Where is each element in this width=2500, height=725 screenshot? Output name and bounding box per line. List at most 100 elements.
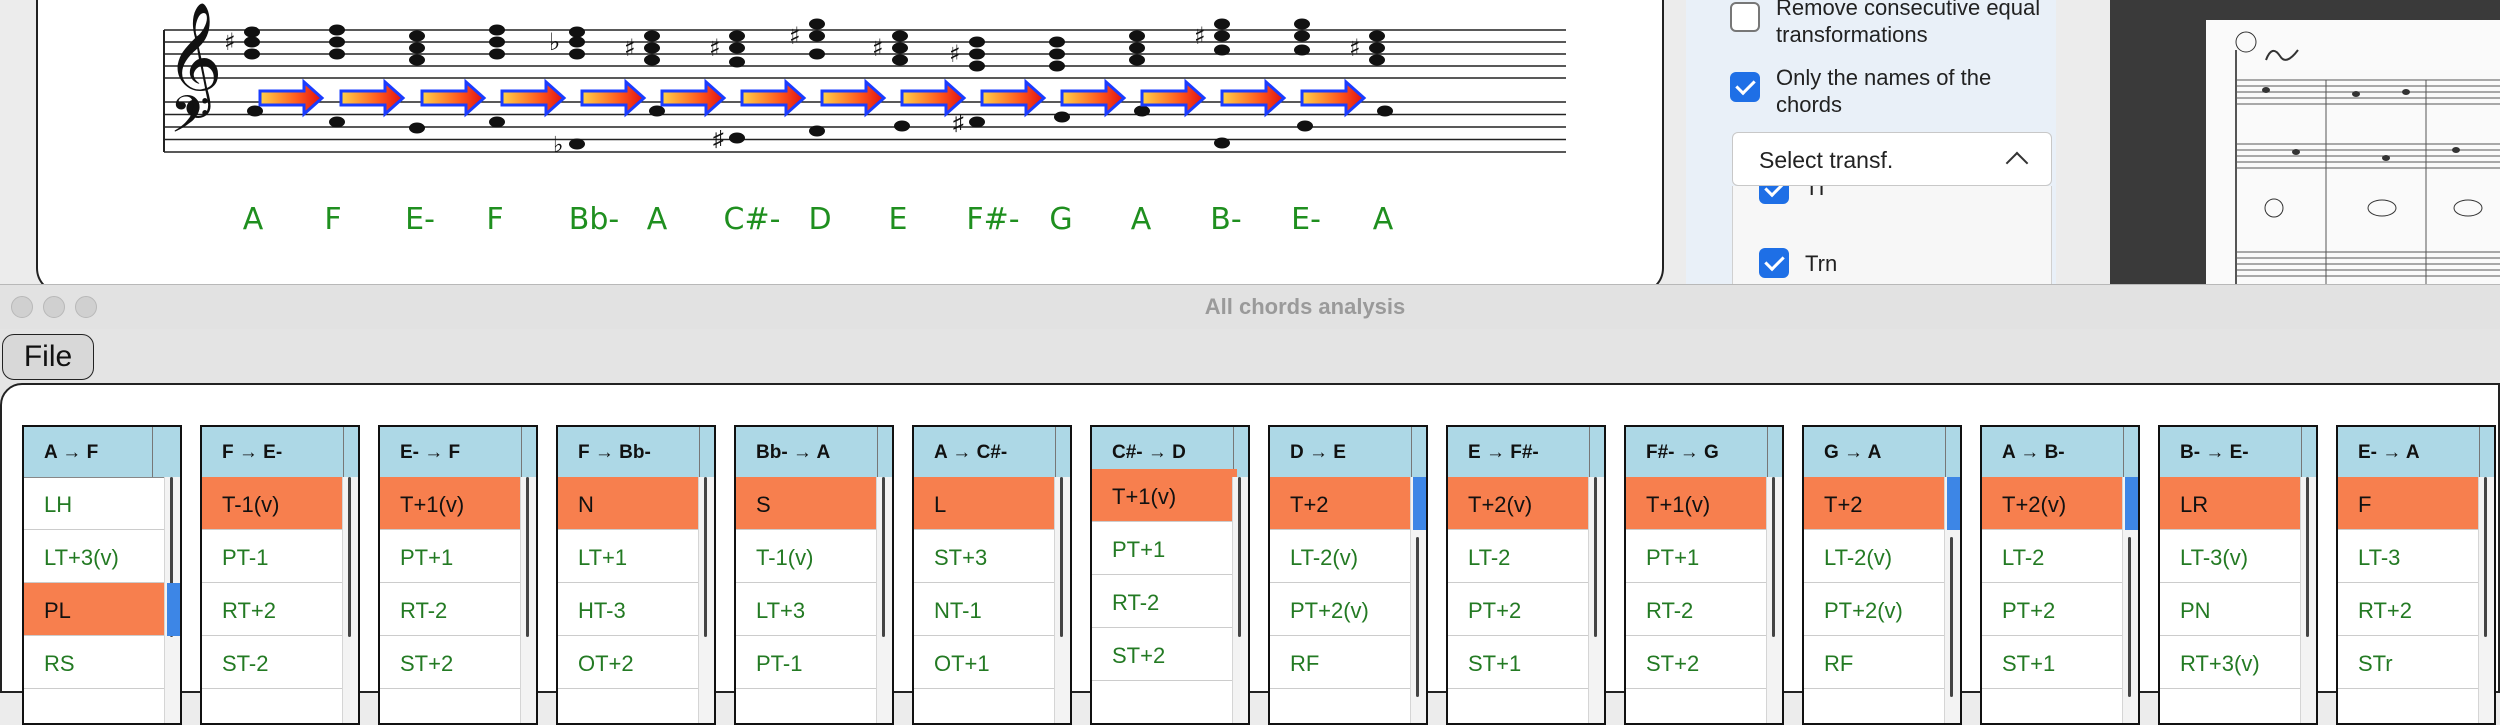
only-names-checkbox[interactable] [1730, 72, 1760, 102]
scrollbar-thumb[interactable] [704, 477, 707, 637]
column-scrollbar[interactable] [1588, 477, 1604, 723]
transformation-item[interactable]: ST+3 [914, 530, 1059, 583]
transformation-item[interactable]: LT-2 [1448, 530, 1593, 583]
transformation-item[interactable]: PT+2 [1448, 583, 1593, 636]
transformation-item[interactable]: LT+3 [736, 583, 881, 636]
transformation-item[interactable]: NT-1 [914, 583, 1059, 636]
file-menu[interactable]: File [2, 334, 94, 380]
column-header[interactable]: G → A [1804, 427, 1960, 478]
column-scrollbar[interactable] [698, 477, 714, 723]
transformation-item-selected[interactable]: T+1(v) [1092, 469, 1237, 522]
transformation-item-selected[interactable]: T+2(v) [1448, 477, 1593, 530]
transformation-item[interactable]: PT+2 [1982, 583, 2127, 636]
transformation-item[interactable]: PT+1 [380, 530, 525, 583]
scrollbar-thumb[interactable] [1238, 477, 1241, 637]
scrollbar-thumb[interactable] [882, 477, 885, 637]
column-header[interactable]: A → F [24, 427, 180, 478]
scrollbar-thumb[interactable] [2128, 537, 2131, 697]
transformation-item-selected[interactable]: T+1(v) [380, 477, 525, 530]
scrollbar-thumb[interactable] [526, 477, 529, 637]
transformation-item[interactable]: PT-1 [736, 636, 881, 689]
transformation-item-selected[interactable]: T+2 [1804, 477, 1949, 530]
transformation-item-selected[interactable]: L [914, 477, 1059, 530]
column-header[interactable]: E → F#- [1448, 427, 1604, 478]
transformation-item[interactable]: RS [24, 636, 169, 689]
column-header[interactable]: B- → E- [2160, 427, 2316, 478]
transformation-item[interactable]: PN [2160, 583, 2305, 636]
transformation-item[interactable]: LH [24, 477, 169, 530]
column-scrollbar[interactable] [1410, 477, 1426, 723]
transformation-item[interactable]: RT-2 [1626, 583, 1771, 636]
column-scrollbar[interactable] [2478, 477, 2494, 723]
transformation-item[interactable]: ST-2 [202, 636, 347, 689]
select-transf-dropdown[interactable]: Select transf. [1732, 132, 2052, 186]
transformation-item-selected[interactable]: S [736, 477, 881, 530]
transformation-item[interactable]: STr [2338, 636, 2483, 689]
scrollbar-thumb[interactable] [1060, 477, 1063, 637]
column-scrollbar[interactable] [1766, 477, 1782, 723]
column-header[interactable]: D → E [1270, 427, 1426, 478]
transformation-item[interactable]: T-1(v) [736, 530, 881, 583]
transformation-item-selected[interactable]: T-1(v) [202, 477, 347, 530]
scrollbar-thumb[interactable] [1950, 537, 1953, 697]
column-header[interactable]: A → B- [1982, 427, 2138, 478]
column-scrollbar[interactable] [164, 477, 180, 723]
scrollbar-thumb[interactable] [2306, 477, 2309, 637]
transformation-item[interactable]: LT-3(v) [2160, 530, 2305, 583]
column-scrollbar[interactable] [520, 477, 536, 723]
transformation-item[interactable]: ST+1 [1448, 636, 1593, 689]
column-header[interactable]: F → Bb- [558, 427, 714, 478]
transformation-item[interactable]: ST+2 [380, 636, 525, 689]
transformation-item-selected[interactable]: N [558, 477, 703, 530]
transformation-item[interactable]: OT+2 [558, 636, 703, 689]
transformation-item[interactable]: RT-2 [1092, 575, 1237, 628]
option-trn-checkbox[interactable] [1759, 248, 1789, 278]
transformation-item[interactable]: LT+1 [558, 530, 703, 583]
transformation-item[interactable]: LT-2(v) [1270, 530, 1415, 583]
scrollbar-thumb[interactable] [1772, 477, 1775, 637]
column-header[interactable]: A → C#- [914, 427, 1070, 478]
scrollbar-thumb[interactable] [1416, 537, 1419, 697]
column-header[interactable]: Bb- → A [736, 427, 892, 478]
transformation-item[interactable]: HT-3 [558, 583, 703, 636]
transformation-item[interactable]: LT-2(v) [1804, 530, 1949, 583]
column-scrollbar[interactable] [1232, 477, 1248, 723]
scrollbar-thumb[interactable] [348, 477, 351, 637]
option-ti-checkbox[interactable] [1759, 186, 1789, 204]
transformation-item[interactable]: RF [1270, 636, 1415, 689]
scrollbar-thumb[interactable] [2484, 477, 2487, 637]
transformation-item[interactable]: RT+3(v) [2160, 636, 2305, 689]
column-scrollbar[interactable] [342, 477, 358, 723]
transformation-item[interactable]: PT+1 [1626, 530, 1771, 583]
transformation-item-selected[interactable]: F [2338, 477, 2483, 530]
transformation-item[interactable]: RT-2 [380, 583, 525, 636]
chevron-up-icon[interactable] [2005, 151, 2029, 175]
transformation-item[interactable]: OT+1 [914, 636, 1059, 689]
transformation-item[interactable]: PT+2(v) [1804, 583, 1949, 636]
transformation-item[interactable]: LT-3 [2338, 530, 2483, 583]
transformation-item[interactable]: LT+3(v) [24, 530, 169, 583]
scrollbar-thumb[interactable] [1594, 477, 1597, 637]
column-scrollbar[interactable] [2122, 477, 2138, 723]
transformation-item[interactable]: LT-2 [1982, 530, 2127, 583]
transformation-item-selected[interactable]: PL [24, 583, 169, 636]
transformation-item-selected[interactable]: LR [2160, 477, 2305, 530]
transformation-item-selected[interactable]: T+2(v) [1982, 477, 2127, 530]
column-scrollbar[interactable] [1054, 477, 1070, 723]
column-scrollbar[interactable] [876, 477, 892, 723]
transformation-item[interactable]: ST+2 [1092, 628, 1237, 681]
column-header[interactable]: E- → F [380, 427, 536, 478]
transformation-item[interactable]: ST+2 [1626, 636, 1771, 689]
transformation-item[interactable]: PT+2(v) [1270, 583, 1415, 636]
transformation-item[interactable]: RT+2 [202, 583, 347, 636]
transformation-item[interactable]: PT+1 [1092, 522, 1237, 575]
transformation-item[interactable]: RT+2 [2338, 583, 2483, 636]
transformation-item[interactable]: ST+1 [1982, 636, 2127, 689]
column-header[interactable]: E- → A [2338, 427, 2494, 478]
transformation-item-selected[interactable]: T+2 [1270, 477, 1415, 530]
column-scrollbar[interactable] [2300, 477, 2316, 723]
remove-equal-checkbox[interactable] [1730, 2, 1760, 32]
transformation-item[interactable]: PT-1 [202, 530, 347, 583]
transformation-item-selected[interactable]: T+1(v) [1626, 477, 1771, 530]
column-scrollbar[interactable] [1944, 477, 1960, 723]
